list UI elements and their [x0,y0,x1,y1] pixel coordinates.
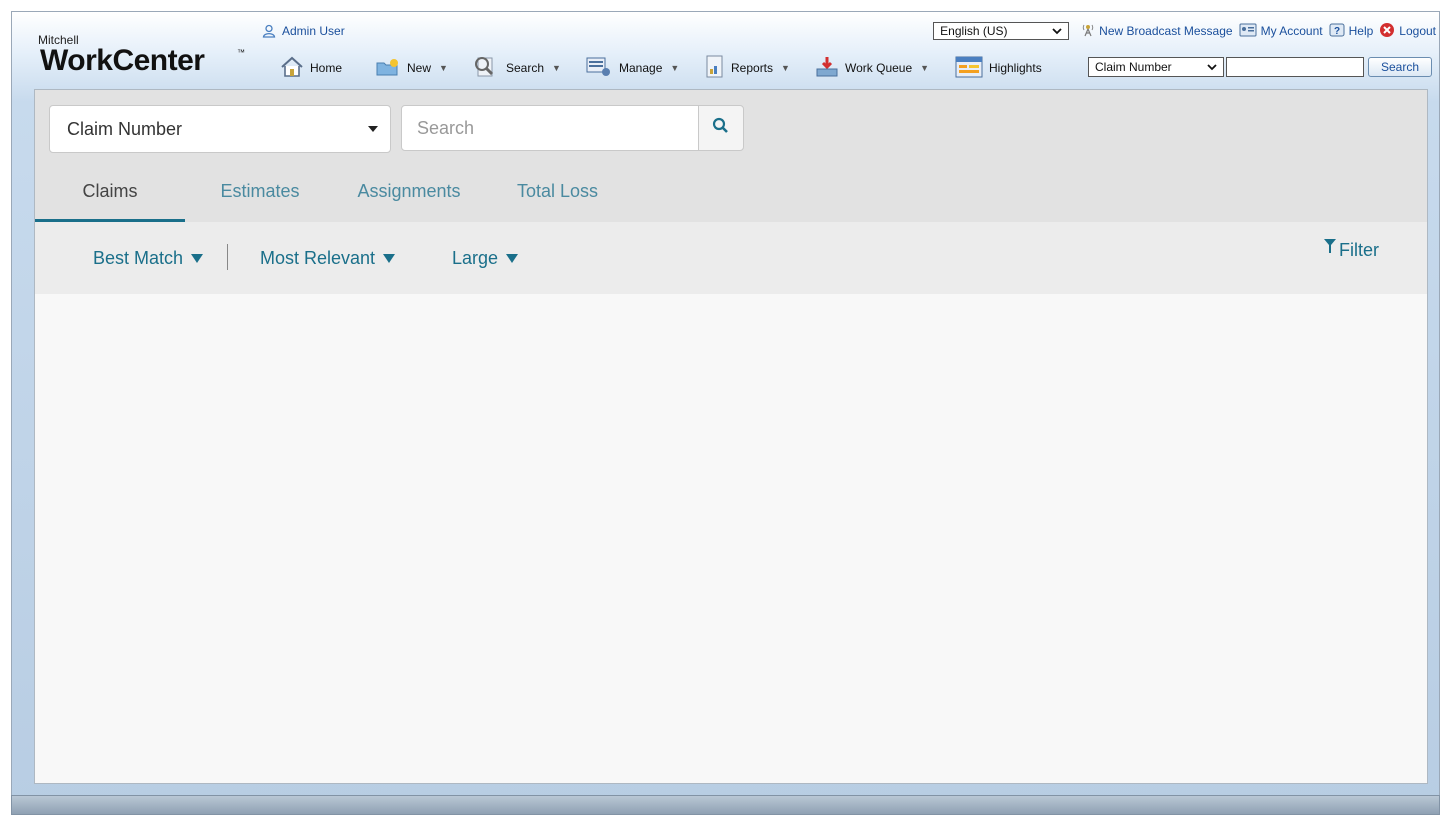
nav-reports-label: Reports [731,61,774,75]
nav-new[interactable]: New ▼ [375,55,448,81]
best-match-label: Best Match [93,248,184,268]
quick-search: Claim Number Search [1088,57,1432,77]
logout-link[interactable]: Logout [1379,22,1436,41]
nav-home[interactable]: Home [280,55,342,81]
quick-search-input[interactable] [1226,57,1364,77]
nav-manage-label: Manage [619,61,663,75]
nav-reports[interactable]: Reports ▼ [705,55,790,81]
home-icon [280,56,304,81]
manage-icon [585,55,613,82]
caret-down-icon [506,254,519,263]
best-match-dropdown[interactable]: Best Match [93,248,204,269]
user-icon [262,24,276,38]
brand-trademark: ™ [237,48,245,57]
magnifier-doc-icon [470,54,500,83]
search-input[interactable]: Search [401,105,699,151]
nav-highlights-label: Highlights [989,61,1042,75]
tab-claims[interactable]: Claims [35,170,185,222]
search-field-select[interactable]: Claim Number [49,105,391,153]
folder-new-icon [375,56,401,81]
search-panel: Claim Number Search Claims Estimates Ass… [34,89,1428,784]
divider [227,244,228,270]
brand-logo: WorkCenter [40,44,205,77]
quick-search-field-select[interactable]: Claim Number [1088,57,1224,77]
nav-new-label: New [407,61,432,75]
nav-home-label: Home [310,61,343,75]
nav-highlights[interactable]: Highlights [955,55,1042,81]
dropdown-arrow-icon: ▼ [439,63,448,73]
nav-work-queue[interactable]: Work Queue ▼ [815,55,929,81]
status-bar [11,795,1440,815]
caret-down-icon [368,126,378,132]
dropdown-arrow-icon: ▼ [670,63,680,73]
filter-icon [1323,238,1337,261]
tab-estimates[interactable]: Estimates [205,170,315,222]
nav-work-queue-label: Work Queue [845,61,913,75]
my-account-link[interactable]: My Account [1239,23,1323,40]
svg-text:?: ? [1334,26,1340,37]
report-icon [705,55,725,82]
logout-label: Logout [1399,24,1436,38]
dropdown-arrow-icon: ▼ [920,63,930,73]
highlights-icon [955,55,983,82]
filter-button[interactable]: Filter [1323,238,1379,261]
result-tabs: Claims Estimates Assignments Total Loss [35,170,1427,222]
broadcast-icon [1081,23,1095,40]
dropdown-arrow-icon: ▼ [781,63,790,73]
search-icon [711,116,731,141]
quick-search-button[interactable]: Search [1368,57,1432,77]
work-queue-icon [815,55,839,82]
language-select[interactable]: English (US) [933,22,1070,40]
quick-search-field-value: Claim Number [1095,60,1172,74]
search-field-value: Claim Number [67,118,183,139]
language-value: English (US) [940,24,1008,38]
user-link[interactable]: Admin User [262,24,345,38]
filter-label: Filter [1339,240,1379,260]
most-relevant-label: Most Relevant [260,248,376,268]
top-links: English (US) New Broadcast Message My Ac… [933,20,1436,42]
chevron-down-icon [1052,24,1062,38]
nav-search-label: Search [506,61,545,75]
my-account-label: My Account [1260,24,1323,38]
size-dropdown[interactable]: Large [452,248,519,269]
size-label: Large [452,248,499,268]
nav-manage[interactable]: Manage ▼ [585,55,679,81]
nav-search[interactable]: Search ▼ [470,55,561,81]
most-relevant-dropdown[interactable]: Most Relevant [260,248,396,269]
account-card-icon [1239,23,1257,40]
tab-total-loss[interactable]: Total Loss [505,170,610,222]
broadcast-link[interactable]: New Broadcast Message [1081,23,1233,40]
chevron-down-icon [1207,60,1217,74]
search-button[interactable] [698,105,744,151]
caret-down-icon [383,254,396,263]
help-label: Help [1348,24,1374,38]
dropdown-arrow-icon: ▼ [552,63,561,73]
user-name: Admin User [282,24,345,38]
tab-assignments[interactable]: Assignments [345,170,473,222]
help-link[interactable]: ? Help [1329,23,1374,40]
logout-icon [1379,22,1395,41]
sort-bar: Best Match Most Relevant Large Filter [35,222,1427,294]
help-icon: ? [1329,23,1345,40]
broadcast-label: New Broadcast Message [1099,24,1233,38]
search-band: Claim Number Search Claims Estimates Ass… [35,90,1427,222]
caret-down-icon [191,254,204,263]
